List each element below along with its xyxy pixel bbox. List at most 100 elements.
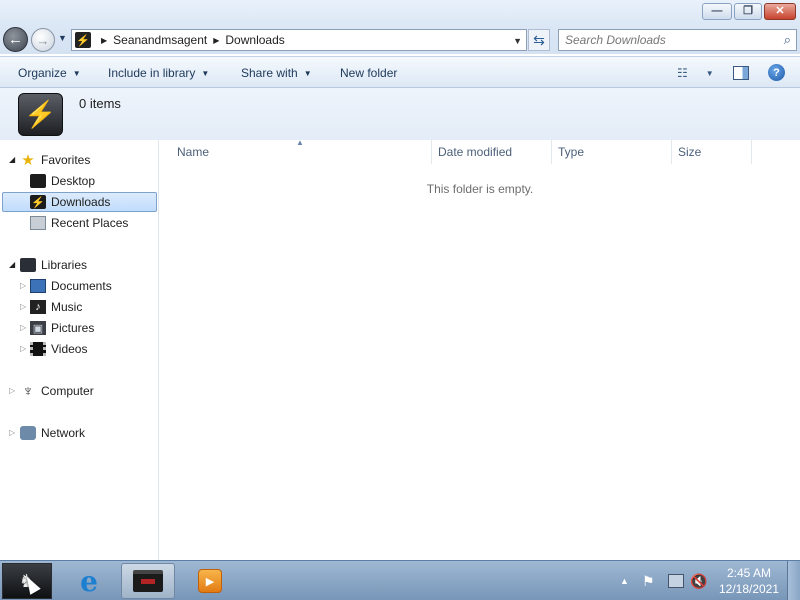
close-button[interactable]: ✕ xyxy=(764,3,796,20)
breadcrumb-chevron-icon[interactable]: ▶ xyxy=(101,36,107,45)
videos-icon xyxy=(30,342,46,356)
star-icon: ★ xyxy=(21,152,35,169)
downloads-icon: ⚡ xyxy=(30,195,46,209)
column-header-date-modified[interactable]: Date modified xyxy=(433,140,552,164)
address-bar[interactable]: ⚡ ▶ Seanandmsagent ▶ Downloads ▼ xyxy=(71,29,527,51)
nav-videos[interactable]: Videos xyxy=(30,339,87,359)
expand-documents-icon[interactable]: ▷ xyxy=(20,281,26,290)
nav-downloads[interactable]: ⚡ Downloads xyxy=(2,192,157,212)
address-history-dropdown[interactable]: ▼ xyxy=(513,36,522,46)
navigation-pane[interactable]: ◢ ★ Favorites Desktop ⚡ Downloads Recent P… xyxy=(0,140,159,560)
desktop-icon xyxy=(30,174,46,188)
internet-explorer-icon: e xyxy=(80,564,98,598)
chevron-down-icon: ▼ xyxy=(201,68,210,78)
back-button[interactable]: ← xyxy=(3,27,28,52)
new-folder-label: New folder xyxy=(340,66,398,80)
command-bar: Organize ▼ Include in library ▼ Share with… xyxy=(0,56,800,88)
nav-network-label: Network xyxy=(41,426,86,440)
nav-documents[interactable]: Documents xyxy=(30,276,112,296)
help-button[interactable]: ? xyxy=(768,64,785,81)
sort-ascending-icon: ▲ xyxy=(296,138,304,147)
forward-button[interactable]: → xyxy=(31,28,55,52)
forward-arrow-icon: → xyxy=(36,32,50,48)
refresh-icon: ⇆ xyxy=(533,31,545,48)
nav-recent-places[interactable]: Recent Places xyxy=(30,213,128,233)
nav-libraries-label: Libraries xyxy=(41,258,88,272)
expand-music-icon[interactable]: ▷ xyxy=(20,302,26,311)
breadcrumb-user[interactable]: Seanandmsagent xyxy=(113,33,207,47)
change-view-button[interactable]: ☷ ▼ xyxy=(677,66,714,80)
close-icon: ✕ xyxy=(775,5,785,17)
pictures-icon: ▣ xyxy=(30,321,46,335)
nav-favorites-label: Favorites xyxy=(41,153,91,167)
clock-time: 2:45 AM xyxy=(726,566,772,580)
nav-recent-places-label: Recent Places xyxy=(51,216,129,230)
show-hidden-icons-button[interactable]: ▲ xyxy=(620,561,629,600)
music-icon: ♪ xyxy=(30,300,46,314)
new-folder-button[interactable]: New folder xyxy=(340,66,397,80)
expand-libraries-icon[interactable]: ◢ xyxy=(9,260,15,269)
column-header-type[interactable]: Type xyxy=(553,140,672,164)
taskbar: ♞ e ▶ ▲ ⚑ 🔇 2:45 AM 12/18/2021 xyxy=(0,560,800,600)
explorer-folder-icon xyxy=(133,570,163,592)
media-player-icon: ▶ xyxy=(198,569,222,593)
share-with-label: Share with xyxy=(241,66,298,80)
taskbar-internet-explorer[interactable]: e xyxy=(62,563,116,599)
preview-pane-button[interactable] xyxy=(733,66,749,80)
recent-pages-dropdown[interactable]: ▼ xyxy=(58,33,67,43)
include-in-library-label: Include in library xyxy=(108,66,196,80)
taskbar-windows-explorer[interactable] xyxy=(121,563,175,599)
column-header-size[interactable]: Size xyxy=(673,140,752,164)
back-arrow-icon: ← xyxy=(8,31,23,48)
recent-places-icon xyxy=(30,216,46,230)
nav-favorites[interactable]: ★ Favorites xyxy=(20,150,90,170)
minimize-button[interactable]: — xyxy=(702,3,732,20)
taskbar-media-player[interactable]: ▶ xyxy=(183,563,237,599)
search-icon[interactable]: ⌕ xyxy=(784,32,791,48)
expand-videos-icon[interactable]: ▷ xyxy=(20,344,26,353)
refresh-button[interactable]: ⇆ xyxy=(528,29,550,51)
title-bar: — ❐ ✕ xyxy=(0,0,800,26)
nav-music[interactable]: ♪ Music xyxy=(30,297,82,317)
documents-icon xyxy=(30,279,46,293)
nav-libraries[interactable]: Libraries xyxy=(20,255,87,275)
nav-pictures-label: Pictures xyxy=(51,321,95,335)
search-placeholder: Search Downloads xyxy=(565,33,666,47)
nav-downloads-label: Downloads xyxy=(51,195,111,209)
chevron-down-icon: ▼ xyxy=(303,68,312,78)
organize-button[interactable]: Organize ▼ xyxy=(18,66,81,80)
nav-music-label: Music xyxy=(51,300,83,314)
expand-computer-icon[interactable]: ▷ xyxy=(9,386,15,395)
search-input[interactable]: Search Downloads ⌕ xyxy=(558,29,797,51)
chevron-down-icon: ▼ xyxy=(72,68,81,78)
help-icon: ? xyxy=(773,66,780,79)
address-row: ← → ▼ ⚡ ▶ Seanandmsagent ▶ Downloads ▼ ⇆… xyxy=(0,26,800,54)
breadcrumb-chevron-icon[interactable]: ▶ xyxy=(213,36,219,45)
computer-icon: ♆ xyxy=(22,382,34,400)
volume-muted-icon[interactable]: 🔇 xyxy=(690,561,707,600)
action-center-flag-icon[interactable]: ⚑ xyxy=(642,561,655,600)
nav-pictures[interactable]: ▣ Pictures xyxy=(30,318,94,338)
libraries-icon xyxy=(20,258,36,272)
share-with-button[interactable]: Share with ▼ xyxy=(241,66,312,80)
nav-videos-label: Videos xyxy=(51,342,88,356)
file-list[interactable]: Name ▲ Date modified Type Size This fold… xyxy=(160,138,800,560)
nav-network[interactable]: Network xyxy=(20,423,85,443)
nav-desktop-label: Desktop xyxy=(51,174,96,188)
nav-desktop[interactable]: Desktop xyxy=(30,171,95,191)
show-desktop-button[interactable] xyxy=(787,561,800,600)
chevron-down-icon: ▼ xyxy=(705,68,714,78)
expand-network-icon[interactable]: ▷ xyxy=(9,428,15,437)
expand-favorites-icon[interactable]: ◢ xyxy=(9,155,15,164)
maximize-button[interactable]: ❐ xyxy=(734,3,762,20)
network-status-icon[interactable] xyxy=(668,574,684,588)
details-view-icon: ☷ xyxy=(677,66,688,80)
column-name-label: Name xyxy=(177,145,210,159)
nav-documents-label: Documents xyxy=(51,279,112,293)
system-clock[interactable]: 2:45 AM 12/18/2021 xyxy=(716,565,782,597)
expand-pictures-icon[interactable]: ▷ xyxy=(20,323,26,332)
include-in-library-button[interactable]: Include in library ▼ xyxy=(108,66,209,80)
downloads-folder-icon: ⚡ xyxy=(75,32,91,48)
breadcrumb-downloads[interactable]: Downloads xyxy=(225,33,284,47)
nav-computer[interactable]: ♆ Computer xyxy=(20,381,93,401)
